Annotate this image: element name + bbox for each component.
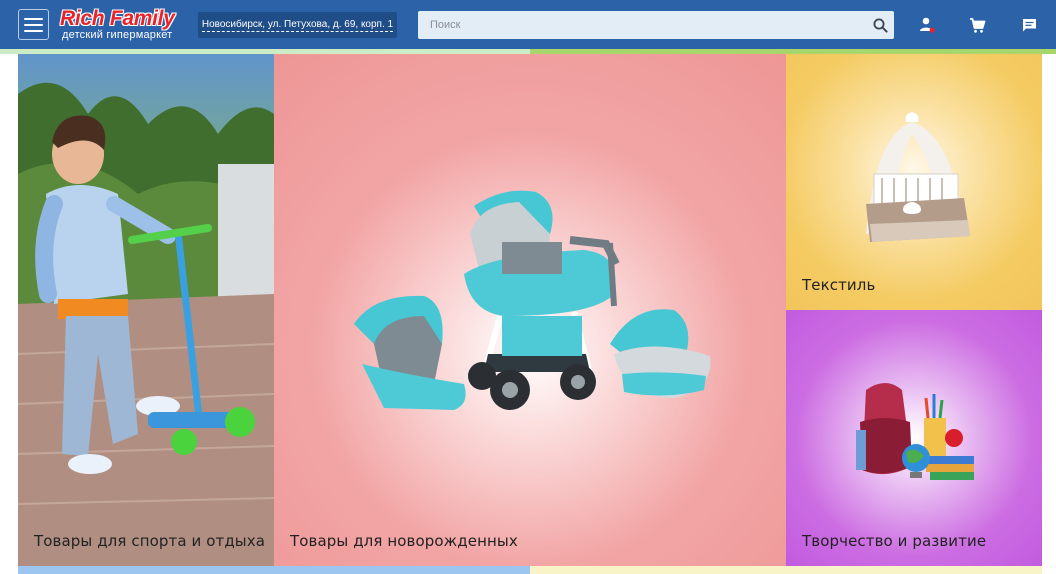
address-text: Новосибирск, ул. Петухова, д. 69, корп. … (201, 18, 394, 32)
cart-button[interactable] (966, 14, 988, 36)
chat-button[interactable] (1018, 14, 1040, 36)
user-icon (920, 17, 935, 33)
category-tile-sport[interactable]: Товары для спорта и отдыха (18, 54, 274, 566)
tile-label: Текстиль (802, 276, 876, 294)
cart-icon (969, 17, 985, 33)
category-tile-textile[interactable]: Текстиль (786, 54, 1042, 310)
category-tile-creative[interactable]: Творчество и развитие (786, 310, 1042, 566)
stroller-image (354, 190, 711, 410)
menu-icon-line (24, 17, 43, 20)
tile-label: Товары для новорожденных (290, 532, 518, 550)
brand-tagline: детский гипермаркет (62, 29, 173, 41)
search-input[interactable] (418, 11, 866, 39)
menu-button[interactable] (18, 9, 49, 40)
search-button[interactable] (866, 11, 894, 39)
site-header: Rich Family детский гипермаркет Новосиби… (0, 0, 1056, 49)
brand-logo[interactable]: Rich Family детский гипермаркет (60, 8, 190, 42)
tile-label: Товары для спорта и отдыха (34, 532, 266, 550)
brand-name: Rich Family (60, 7, 175, 30)
tile-label: Творчество и развитие (802, 532, 987, 550)
category-tile-newborn[interactable]: Товары для новорожденных (274, 54, 786, 566)
account-button[interactable] (916, 14, 938, 36)
chat-icon (1022, 18, 1036, 31)
sport-photo (18, 54, 274, 566)
search-icon (873, 18, 888, 33)
address-selector[interactable]: Новосибирск, ул. Петухова, д. 69, корп. … (198, 12, 397, 38)
next-row-tile-edge (18, 566, 530, 574)
next-row-tile-edge (530, 566, 1042, 574)
search-bar (418, 11, 894, 39)
school-supplies-image (856, 383, 974, 480)
menu-icon-line (24, 29, 43, 32)
crib-image (866, 112, 970, 242)
menu-icon-line (24, 23, 43, 26)
